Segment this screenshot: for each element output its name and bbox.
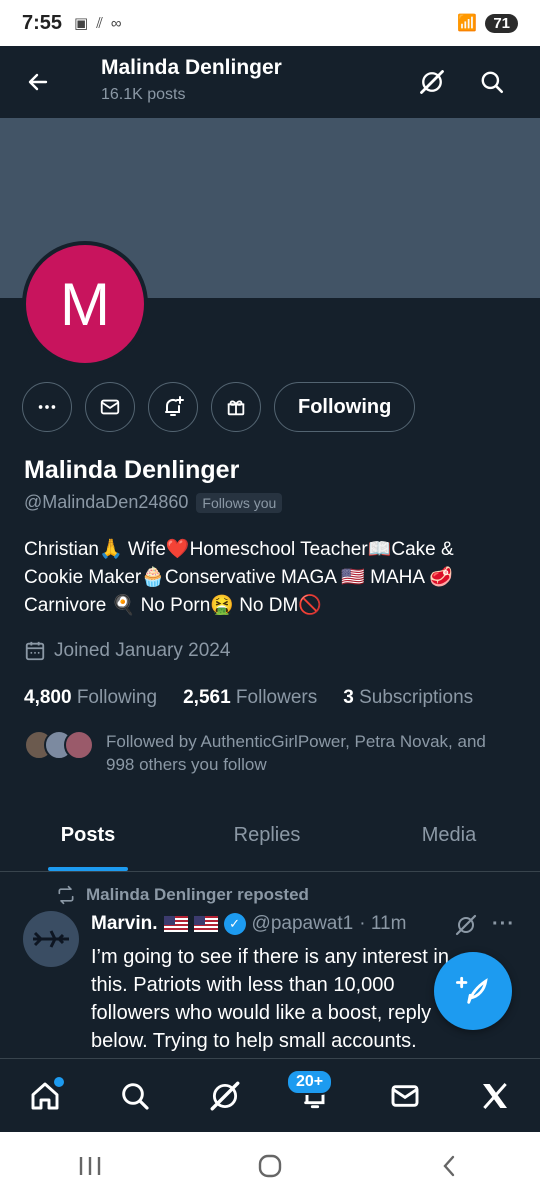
grok-icon <box>210 1081 240 1110</box>
nav-grok[interactable] <box>200 1071 250 1121</box>
post-grok-button[interactable] <box>454 913 478 942</box>
profile-header-bar: Malinda Denlinger 16.1K posts <box>0 46 540 118</box>
signal-icon: ⫽ <box>96 14 103 32</box>
us-flag-icon <box>163 916 188 932</box>
back-system-button[interactable] <box>430 1146 470 1186</box>
profile-name: Malinda Denlinger <box>24 456 240 484</box>
more-options-button[interactable] <box>22 382 72 432</box>
wifi-icon: 📶 <box>457 15 478 32</box>
home-system-button[interactable] <box>250 1146 290 1186</box>
avatar-letter: M <box>60 270 110 338</box>
profile-bio: Christian🙏 Wife❤️Homeschool Teacher📖Cake… <box>24 539 454 616</box>
status-icons: ▣ ⫽ ∞ <box>74 14 122 33</box>
post-more-button[interactable]: ··· <box>492 913 515 936</box>
x-logo-icon <box>483 1082 507 1109</box>
post-header: Marvin. ✓ @papawat1 · 11m <box>91 913 406 935</box>
gift-icon <box>227 400 245 416</box>
header-title: Malinda Denlinger <box>101 56 282 79</box>
nav-home[interactable] <box>20 1071 70 1121</box>
followed-by[interactable]: Followed by AuthenticGirlPower, Petra No… <box>24 730 506 776</box>
followers-label: Followers <box>235 687 318 708</box>
search-icon <box>481 71 504 94</box>
followers-stat[interactable]: 2,561 Followers <box>183 687 317 709</box>
recents-button[interactable] <box>70 1146 110 1186</box>
follows-you-badge: Follows you <box>196 492 283 513</box>
subscriptions-count: 3 <box>343 687 354 708</box>
calendar-icon <box>25 641 45 661</box>
profile-stats: 4,800 Following 2,561 Followers 3 Subscr… <box>24 687 473 709</box>
post-time: · 11m <box>359 913 407 934</box>
avatar <box>64 730 94 760</box>
followed-by-text: Followed by AuthenticGirlPower, Petra No… <box>106 732 486 774</box>
grok-button[interactable] <box>412 62 452 102</box>
back-button[interactable] <box>18 62 58 102</box>
followers-count: 2,561 <box>183 687 231 708</box>
profile-tabs: Posts Replies Media <box>0 800 540 872</box>
post-text: I’m going to see if there is any interes… <box>91 946 449 1052</box>
grok-icon <box>455 914 477 936</box>
tab-replies[interactable]: Replies <box>176 800 358 871</box>
arrow-left-icon <box>28 73 48 91</box>
tab-posts[interactable]: Posts <box>0 800 176 871</box>
screenshot-icon: ▣ <box>74 15 89 32</box>
voicemail-icon: ∞ <box>110 14 122 32</box>
following-stat[interactable]: 4,800 Following <box>24 687 157 709</box>
repost-indicator: Malinda Denlinger reposted <box>56 885 309 905</box>
home-circle-icon <box>258 1154 282 1178</box>
system-nav-bar <box>0 1132 540 1200</box>
fighter-jet-icon <box>33 930 69 948</box>
joined-text: Joined January 2024 <box>54 640 231 661</box>
post-author-avatar[interactable] <box>23 911 79 967</box>
following-count: 4,800 <box>24 687 72 708</box>
status-time: 7:55 <box>22 11 63 34</box>
profile-avatar[interactable]: M <box>22 241 148 367</box>
nav-x-premium[interactable] <box>470 1071 520 1121</box>
envelope-icon <box>391 1084 419 1107</box>
subscriptions-label: Subscriptions <box>359 687 474 708</box>
gift-button[interactable] <box>211 382 261 432</box>
post-author-name[interactable]: Marvin. <box>91 913 158 935</box>
subscriptions-stat[interactable]: 3 Subscriptions <box>343 687 473 709</box>
verified-icon: ✓ <box>223 913 246 935</box>
repost-icon <box>58 885 74 905</box>
compose-feather-icon <box>456 976 488 1004</box>
message-button[interactable] <box>85 382 135 432</box>
recents-icon <box>79 1157 101 1175</box>
joined-date: Joined January 2024 <box>24 640 230 662</box>
tab-media[interactable]: Media <box>358 800 540 871</box>
nav-messages[interactable] <box>380 1071 430 1121</box>
battery-indicator: 71 <box>485 13 518 33</box>
followed-by-avatars <box>24 730 94 776</box>
notifications-badge: 20+ <box>286 1069 334 1095</box>
us-flag-icon <box>193 916 218 932</box>
search-button[interactable] <box>472 62 512 102</box>
profile-actions: Following <box>22 382 416 432</box>
header-post-count: 16.1K posts <box>101 86 186 103</box>
bottom-nav: 20+ <box>0 1058 540 1132</box>
envelope-icon <box>100 399 120 415</box>
home-unread-dot <box>54 1076 64 1087</box>
nav-search[interactable] <box>110 1071 160 1121</box>
grok-icon <box>420 70 444 94</box>
following-button[interactable]: Following <box>274 382 416 432</box>
following-label: Following <box>76 687 158 708</box>
more-icon <box>38 405 56 409</box>
search-icon <box>122 1082 149 1110</box>
status-bar: 7:55 ▣ ⫽ ∞ 📶 71 <box>0 0 540 46</box>
chevron-left-icon <box>443 1155 455 1177</box>
bell-plus-icon <box>165 396 184 416</box>
compose-button[interactable] <box>434 952 512 1030</box>
repost-label: Malinda Denlinger reposted <box>86 885 309 904</box>
post-author-handle[interactable]: @papawat1 <box>252 913 354 935</box>
profile-handle: @MalindaDen24860 <box>24 492 189 512</box>
notify-button[interactable] <box>148 382 198 432</box>
